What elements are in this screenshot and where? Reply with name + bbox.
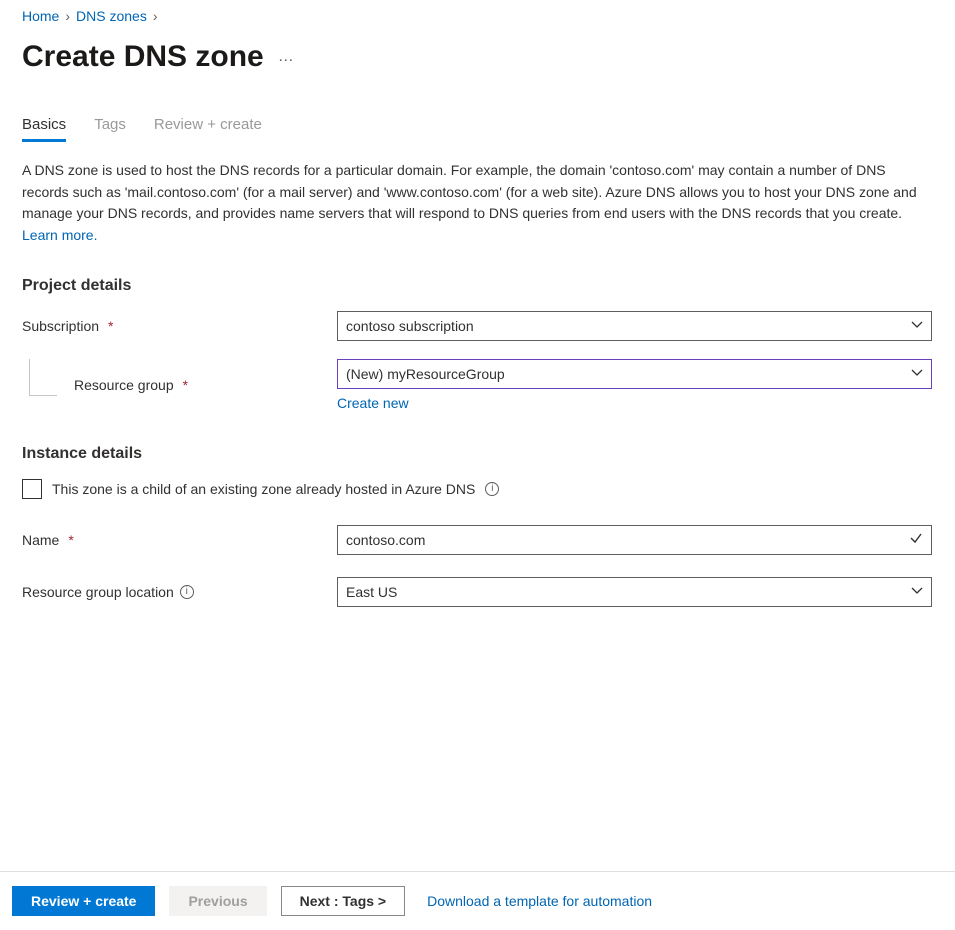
- chevron-right-icon: ›: [65, 8, 70, 24]
- download-template-link[interactable]: Download a template for automation: [427, 893, 652, 909]
- review-create-button[interactable]: Review + create: [12, 886, 155, 916]
- learn-more-link[interactable]: Learn more.: [22, 227, 97, 243]
- name-label: Name: [22, 532, 59, 548]
- chevron-right-icon: ›: [153, 8, 158, 24]
- next-button[interactable]: Next : Tags >: [281, 886, 406, 916]
- project-details-heading: Project details: [22, 277, 933, 295]
- subscription-select[interactable]: contoso subscription: [337, 311, 932, 341]
- rg-location-label: Resource group location: [22, 584, 174, 600]
- child-zone-label: This zone is a child of an existing zone…: [52, 481, 475, 497]
- info-icon[interactable]: i: [485, 482, 499, 496]
- name-input[interactable]: contoso.com: [337, 525, 932, 555]
- breadcrumb: Home › DNS zones ›: [22, 8, 933, 24]
- breadcrumb-dns-zones[interactable]: DNS zones: [76, 8, 147, 24]
- page-title: Create DNS zone: [22, 40, 264, 74]
- chevron-down-icon: [911, 584, 923, 600]
- subscription-label: Subscription: [22, 318, 99, 334]
- description-text: A DNS zone is used to host the DNS recor…: [22, 162, 917, 221]
- resource-group-label: Resource group: [74, 377, 174, 393]
- previous-button[interactable]: Previous: [169, 886, 266, 916]
- create-new-link[interactable]: Create new: [337, 395, 409, 411]
- rg-location-value: East US: [346, 584, 397, 600]
- name-value: contoso.com: [346, 532, 425, 548]
- footer: Review + create Previous Next : Tags > D…: [0, 871, 955, 930]
- required-icon: *: [183, 377, 188, 393]
- chevron-down-icon: [911, 366, 923, 382]
- chevron-down-icon: [911, 318, 923, 334]
- check-icon: [909, 531, 923, 548]
- tabs: Basics Tags Review + create: [22, 116, 933, 142]
- child-zone-checkbox[interactable]: [22, 479, 42, 499]
- instance-details-heading: Instance details: [22, 445, 933, 463]
- more-icon[interactable]: …: [278, 48, 296, 66]
- subscription-value: contoso subscription: [346, 318, 474, 334]
- resource-group-value: (New) myResourceGroup: [346, 366, 505, 382]
- rg-location-select[interactable]: East US: [337, 577, 932, 607]
- tab-tags[interactable]: Tags: [94, 116, 126, 142]
- tab-basics[interactable]: Basics: [22, 116, 66, 142]
- breadcrumb-home[interactable]: Home: [22, 8, 59, 24]
- tab-review[interactable]: Review + create: [154, 116, 262, 142]
- info-icon[interactable]: i: [180, 585, 194, 599]
- resource-group-select[interactable]: (New) myResourceGroup: [337, 359, 932, 389]
- required-icon: *: [68, 532, 73, 548]
- description: A DNS zone is used to host the DNS recor…: [22, 160, 933, 247]
- required-icon: *: [108, 318, 113, 334]
